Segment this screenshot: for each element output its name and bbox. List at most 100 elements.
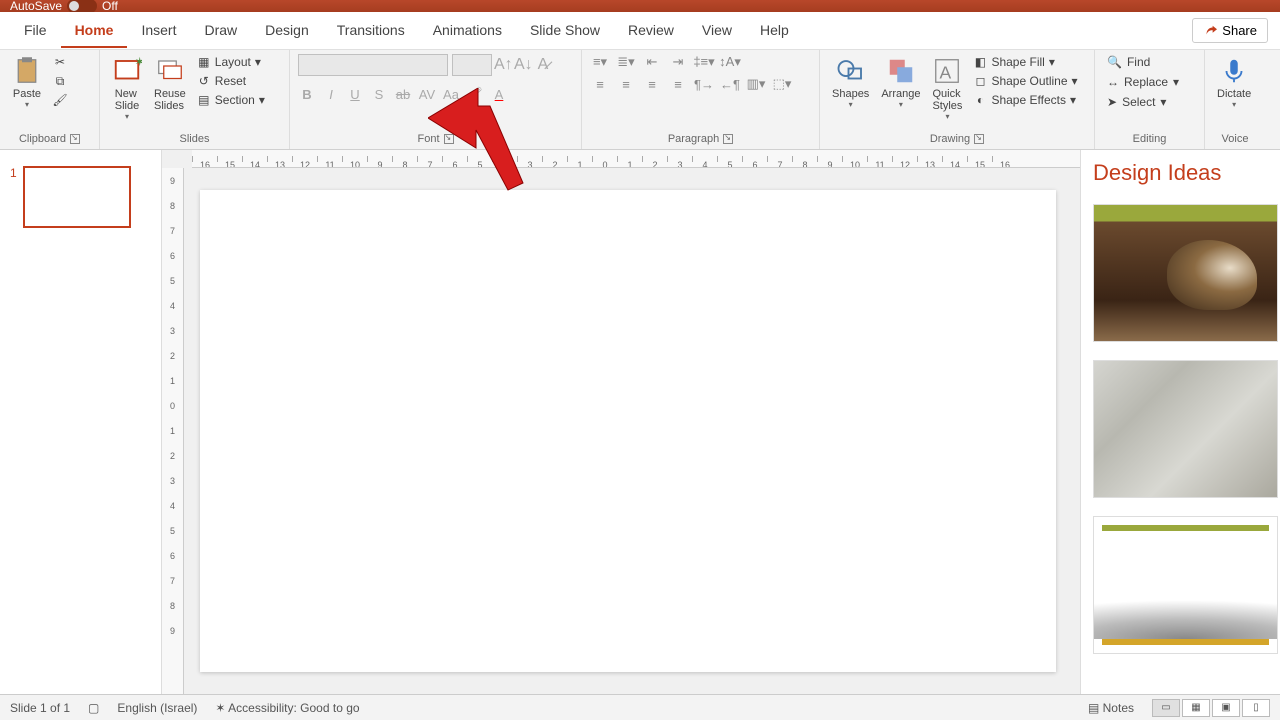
arrange-button[interactable]: Arrange ▾ (877, 54, 924, 111)
bullets-button[interactable]: ≡▾ (590, 54, 610, 70)
group-slides-label: Slides (180, 133, 210, 145)
language-indicator[interactable]: English (Israel) (117, 701, 197, 715)
quick-styles-label: Quick Styles (932, 88, 962, 112)
design-idea-1[interactable] (1093, 204, 1278, 342)
tab-draw[interactable]: Draw (190, 14, 251, 48)
tab-review[interactable]: Review (614, 14, 688, 48)
justify-button[interactable]: ≡ (668, 76, 688, 92)
reuse-slides-button[interactable]: Reuse Slides (150, 54, 190, 114)
group-paragraph: ≡▾ ≣▾ ⇤ ⇥ ‡≡▾ ↕A▾ ≡ ≡ ≡ ≡ ¶→ ←¶ ▥▾ ⬚▾ Pa… (582, 50, 820, 149)
normal-view-button[interactable]: ▭ (1152, 699, 1180, 717)
shape-effects-button[interactable]: ◐Shape Effects▾ (970, 92, 1080, 108)
group-drawing: Shapes ▾ Arrange ▾ A Quick Styles ▾ ◧Sha… (820, 50, 1095, 149)
clear-formatting-button[interactable]: A̷ (534, 56, 552, 74)
columns-button[interactable]: ▥▾ (746, 76, 766, 92)
select-button[interactable]: ➤Select▾ (1103, 94, 1183, 110)
increase-font-button[interactable]: A↑ (494, 56, 512, 74)
tab-transitions[interactable]: Transitions (323, 14, 419, 48)
shape-fill-button[interactable]: ◧Shape Fill▾ (970, 54, 1080, 70)
shape-outline-button[interactable]: ◻Shape Outline▾ (970, 73, 1080, 89)
underline-button[interactable]: U (346, 87, 364, 102)
font-family-combo[interactable] (298, 54, 448, 76)
slide-counter: Slide 1 of 1 (10, 701, 70, 715)
design-idea-3[interactable] (1093, 516, 1278, 654)
reuse-slides-icon (155, 56, 185, 86)
reset-button[interactable]: ↺Reset (194, 73, 268, 89)
slide-canvas[interactable] (200, 190, 1056, 672)
layout-icon: ▦ (197, 55, 211, 69)
tab-insert[interactable]: Insert (127, 14, 190, 48)
copy-button[interactable]: ⧉ (50, 73, 70, 89)
align-left-button[interactable]: ≡ (590, 76, 610, 92)
section-icon: ▤ (197, 93, 211, 107)
share-button[interactable]: Share (1192, 18, 1268, 43)
tab-slide-show[interactable]: Slide Show (516, 14, 614, 48)
font-dialog-launcher[interactable] (444, 134, 454, 144)
paragraph-dialog-launcher[interactable] (723, 134, 733, 144)
align-center-button[interactable]: ≡ (616, 76, 636, 92)
tab-home[interactable]: Home (61, 14, 128, 48)
chevron-down-icon: ▾ (125, 112, 129, 121)
accessibility-indicator[interactable]: ✶ Accessibility: Good to go (215, 701, 359, 715)
layout-button[interactable]: ▦Layout▾ (194, 54, 268, 70)
format-painter-button[interactable]: 🖌 (50, 92, 70, 108)
autosave-state: Off (102, 0, 118, 12)
font-size-combo[interactable] (452, 54, 492, 76)
highlight-button[interactable]: 🖍 (466, 86, 484, 102)
section-button[interactable]: ▤Section▾ (194, 92, 268, 108)
autosave-label: AutoSave (10, 0, 62, 12)
ltr-button[interactable]: ¶→ (694, 76, 714, 92)
new-slide-icon: ✶ (112, 56, 142, 86)
decrease-indent-button[interactable]: ⇤ (642, 54, 662, 70)
quick-styles-button[interactable]: A Quick Styles ▾ (928, 54, 966, 123)
design-idea-2[interactable] (1093, 360, 1278, 498)
paste-button[interactable]: Paste ▾ (8, 54, 46, 111)
line-spacing-button[interactable]: ‡≡▾ (694, 54, 714, 70)
thumbnail-1[interactable]: 1 (10, 166, 151, 228)
cut-button[interactable]: ✂ (50, 54, 70, 70)
shapes-button[interactable]: Shapes ▾ (828, 54, 873, 111)
group-clipboard: Paste ▾ ✂ ⧉ 🖌 Clipboard (0, 50, 100, 149)
spellcheck-icon[interactable]: ▢ (88, 701, 99, 715)
fill-icon: ◧ (973, 55, 987, 69)
smartart-button[interactable]: ⬚▾ (772, 76, 792, 92)
tab-design[interactable]: Design (251, 14, 323, 48)
view-buttons: ▭ ▦ ▣ ▯ (1152, 699, 1270, 717)
sorter-view-button[interactable]: ▦ (1182, 699, 1210, 717)
bold-button[interactable]: B (298, 87, 316, 102)
clipboard-dialog-launcher[interactable] (70, 134, 80, 144)
tab-animations[interactable]: Animations (419, 14, 516, 48)
align-right-button[interactable]: ≡ (642, 76, 662, 92)
find-button[interactable]: 🔍Find (1103, 54, 1183, 70)
cursor-icon: ➤ (1107, 95, 1117, 109)
font-color-button[interactable]: A (490, 87, 508, 102)
reading-view-button[interactable]: ▣ (1212, 699, 1240, 717)
shadow-button[interactable]: ab (394, 87, 412, 102)
rtl-button[interactable]: ←¶ (720, 76, 740, 92)
replace-button[interactable]: ↔Replace▾ (1103, 74, 1183, 90)
new-slide-button[interactable]: ✶ New Slide ▾ (108, 54, 146, 123)
italic-button[interactable]: I (322, 87, 340, 102)
tab-file[interactable]: File (10, 14, 61, 48)
change-case-button[interactable]: Aa (442, 87, 460, 102)
dictate-button[interactable]: Dictate ▾ (1213, 54, 1255, 111)
workspace: 1 16151413121110987654321012345678910111… (0, 150, 1280, 694)
autosave-toggle[interactable]: AutoSave Off (10, 0, 118, 12)
increase-indent-button[interactable]: ⇥ (668, 54, 688, 70)
shapes-icon (836, 56, 866, 86)
decrease-font-button[interactable]: A↓ (514, 56, 532, 74)
brush-icon: 🖌 (53, 93, 67, 107)
notes-button[interactable]: ▤ Notes (1088, 701, 1134, 715)
strikethrough-button[interactable]: S (370, 87, 388, 102)
ribbon-tabs: File Home Insert Draw Design Transitions… (0, 12, 1280, 50)
spacing-button[interactable]: AV (418, 87, 436, 102)
drawing-dialog-launcher[interactable] (974, 134, 984, 144)
group-editing: 🔍Find ↔Replace▾ ➤Select▾ Editing (1095, 50, 1205, 149)
tab-view[interactable]: View (688, 14, 746, 48)
paste-icon (12, 56, 42, 86)
ribbon: Paste ▾ ✂ ⧉ 🖌 Clipboard ✶ New Slide ▾ Re… (0, 50, 1280, 150)
text-direction-button[interactable]: ↕A▾ (720, 54, 740, 70)
numbering-button[interactable]: ≣▾ (616, 54, 636, 70)
tab-help[interactable]: Help (746, 14, 803, 48)
slideshow-view-button[interactable]: ▯ (1242, 699, 1270, 717)
